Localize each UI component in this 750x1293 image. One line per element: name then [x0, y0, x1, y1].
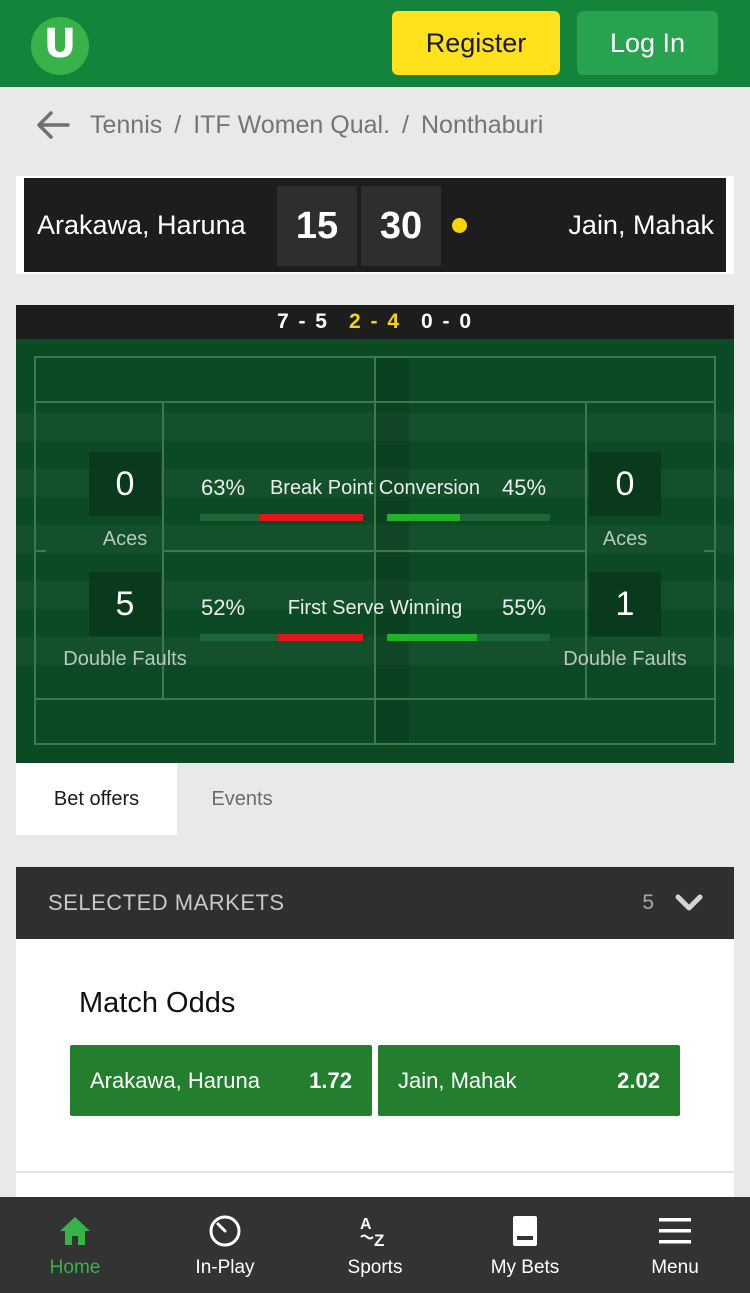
hamburger-menu-icon — [657, 1213, 693, 1249]
selected-markets-title: SELECTED MARKETS — [48, 890, 285, 915]
markets-body: Match Odds Arakawa, Haruna 1.72 Jain, Ma… — [16, 939, 734, 1197]
set-scores: 7 - 5 2 - 4 0 - 0 — [16, 305, 734, 339]
break-point-title: Break Point Conversion — [269, 477, 481, 499]
back-arrow-icon[interactable] — [36, 110, 70, 140]
set3-score: 0 - 0 — [421, 310, 474, 333]
first-serve-right-bar — [387, 634, 477, 641]
register-button[interactable]: Register — [392, 11, 560, 75]
set1-score: 7 - 5 — [276, 310, 329, 333]
player1-points: 15 — [277, 186, 357, 266]
left-double-faults-value: 5 — [89, 572, 161, 636]
court-stats: 7 - 5 2 - 4 0 - 0 0 Aces 5 Double Faults… — [16, 305, 734, 763]
court-line — [34, 550, 46, 552]
break-point-right-bar — [387, 514, 460, 521]
chevron-down-icon[interactable] — [674, 891, 704, 915]
nav-in-play-label: In-Play — [195, 1257, 255, 1278]
login-button[interactable]: Log In — [577, 11, 718, 75]
left-aces-value: 0 — [89, 452, 161, 516]
svg-text:Z: Z — [374, 1231, 384, 1249]
breadcrumb-tennis[interactable]: Tennis — [90, 111, 162, 140]
odds-button-player1[interactable]: Arakawa, Haruna 1.72 — [70, 1045, 372, 1116]
odds-button-player2[interactable]: Jain, Mahak 2.02 — [378, 1045, 680, 1116]
break-point-left-track — [200, 514, 363, 521]
nav-in-play[interactable]: In-Play — [150, 1197, 300, 1293]
stopwatch-icon — [207, 1213, 243, 1249]
court-line — [704, 550, 716, 552]
player1-name: Arakawa, Haruna — [37, 209, 246, 240]
player2-points: 30 — [361, 186, 441, 266]
odds-player2-name: Jain, Mahak — [398, 1067, 517, 1093]
selected-markets-header[interactable]: SELECTED MARKETS 5 — [16, 867, 734, 939]
nav-home[interactable]: Home — [0, 1197, 150, 1293]
bottom-nav: Home In-Play AZ Sports My Bets Menu — [0, 1197, 750, 1293]
breadcrumb-separator: / — [402, 110, 409, 139]
first-serve-right-pct: 55% — [502, 595, 547, 620]
breadcrumb-event: Nonthaburi — [421, 110, 544, 139]
set2-score: 2 - 4 — [348, 310, 402, 333]
a-to-z-icon: AZ — [357, 1213, 393, 1249]
first-serve-right-track — [387, 634, 550, 641]
break-point-right-pct: 45% — [502, 475, 547, 500]
tab-events[interactable]: Events — [177, 763, 307, 835]
first-serve-left-track — [200, 634, 363, 641]
breadcrumb-competition[interactable]: ITF Women Qual. — [193, 111, 390, 140]
home-icon — [57, 1213, 93, 1249]
serving-indicator — [452, 218, 467, 233]
unibet-logo[interactable]: U — [31, 17, 89, 75]
breadcrumb: Tennis / ITF Women Qual. / Nonthaburi — [0, 87, 750, 163]
tab-bet-offers[interactable]: Bet offers — [16, 763, 177, 835]
divider — [16, 1171, 734, 1173]
court-service-line — [162, 550, 587, 552]
scoreboard-bar: Arakawa, Haruna 15 30 Jain, Mahak — [24, 178, 726, 272]
svg-text:A: A — [360, 1216, 372, 1233]
top-bar: U Register Log In — [0, 0, 750, 87]
right-double-faults-value: 1 — [589, 572, 661, 636]
right-aces-label: Aces — [602, 528, 648, 550]
right-double-faults-label: Double Faults — [563, 648, 687, 670]
match-odds-title: Match Odds — [79, 987, 236, 1019]
breadcrumb-separator: / — [174, 110, 182, 139]
first-serve-title: First Serve Winning — [287, 597, 463, 619]
break-point-right-track — [387, 514, 550, 521]
selected-markets-count: 5 — [642, 891, 654, 914]
nav-my-bets-label: My Bets — [490, 1257, 560, 1278]
odds-player1-price: 1.72 — [309, 1067, 352, 1093]
nav-my-bets[interactable]: My Bets — [450, 1197, 600, 1293]
first-serve-left-bar — [278, 634, 363, 641]
logo-letter: U — [43, 21, 77, 67]
nav-menu[interactable]: Menu — [600, 1197, 750, 1293]
left-aces-label: Aces — [102, 528, 148, 550]
bet-slip-icon — [507, 1213, 543, 1249]
scoreboard: Arakawa, Haruna 15 30 Jain, Mahak — [16, 176, 734, 274]
event-tabs: Bet offers Events — [16, 763, 734, 835]
nav-home-label: Home — [49, 1257, 101, 1278]
odds-player2-price: 2.02 — [617, 1067, 660, 1093]
right-aces-value: 0 — [589, 452, 661, 516]
odds-player1-name: Arakawa, Haruna — [90, 1067, 260, 1093]
player2-name: Jain, Mahak — [568, 209, 714, 240]
nav-sports[interactable]: AZ Sports — [300, 1197, 450, 1293]
break-point-left-bar — [260, 514, 363, 521]
nav-sports-label: Sports — [347, 1257, 403, 1278]
left-double-faults-label: Double Faults — [63, 648, 187, 670]
nav-menu-label: Menu — [651, 1257, 699, 1278]
